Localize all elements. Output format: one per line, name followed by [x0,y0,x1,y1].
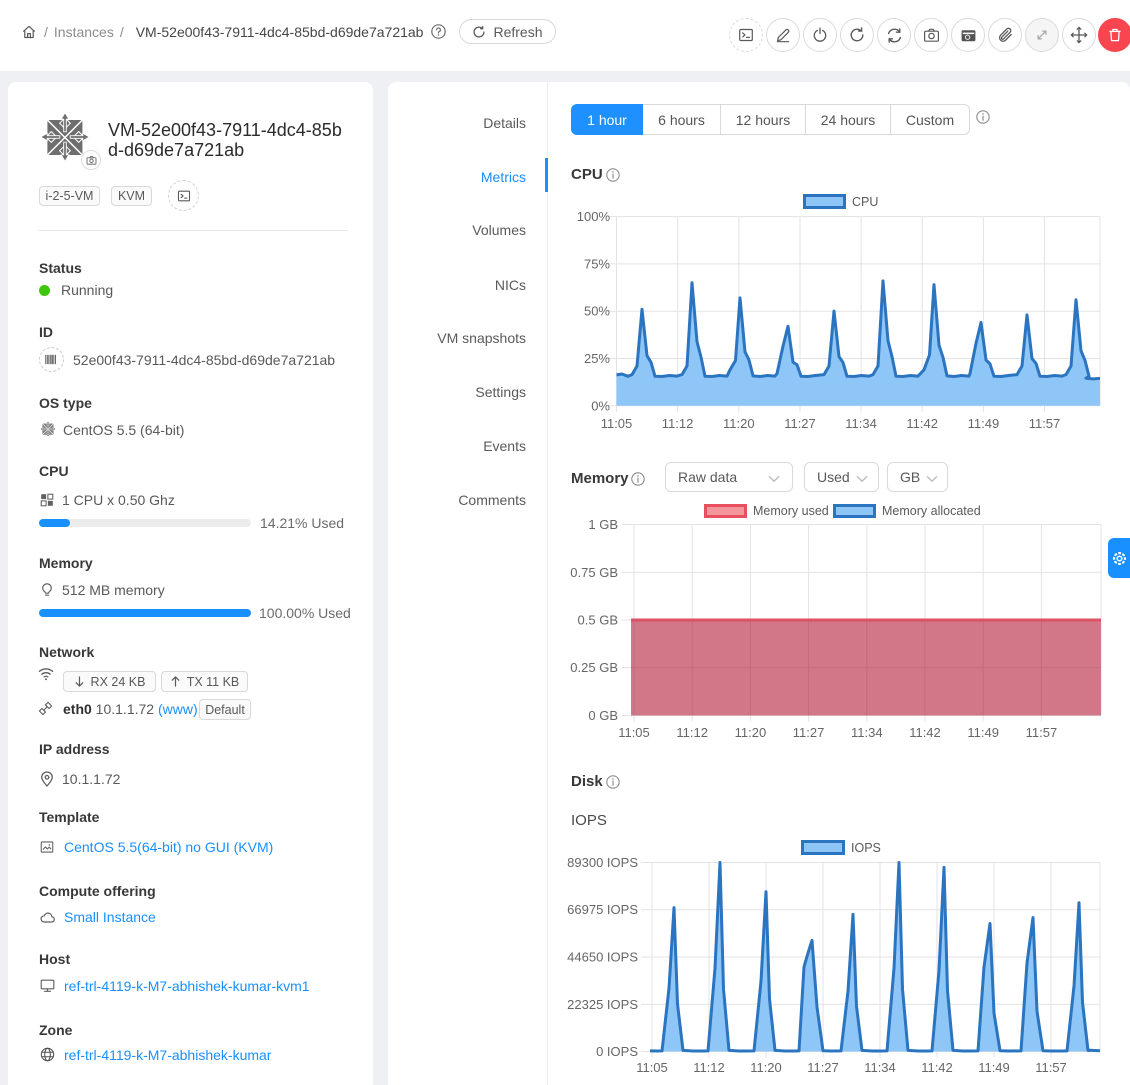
svg-text:11:05: 11:05 [601,416,633,431]
svg-text:11:27: 11:27 [807,1060,839,1075]
svg-text:11:20: 11:20 [750,1060,782,1075]
svg-text:11:34: 11:34 [864,1060,896,1075]
svg-text:25%: 25% [584,351,610,366]
svg-text:11:42: 11:42 [921,1060,953,1075]
svg-text:66975 IOPS: 66975 IOPS [567,902,638,917]
svg-text:89300 IOPS: 89300 IOPS [567,855,638,870]
svg-text:11:42: 11:42 [909,725,941,740]
svg-text:50%: 50% [584,304,610,319]
svg-text:11:12: 11:12 [676,725,708,740]
svg-text:11:34: 11:34 [851,725,883,740]
svg-text:11:49: 11:49 [968,416,1000,431]
svg-text:11:49: 11:49 [967,725,999,740]
svg-text:11:12: 11:12 [693,1060,725,1075]
svg-text:11:57: 11:57 [1026,725,1058,740]
svg-text:11:20: 11:20 [735,725,767,740]
svg-text:0 IOPS: 0 IOPS [596,1044,638,1059]
svg-text:11:57: 11:57 [1029,416,1061,431]
svg-text:0.25 GB: 0.25 GB [570,660,618,675]
svg-text:11:27: 11:27 [784,416,816,431]
svg-text:11:42: 11:42 [906,416,938,431]
svg-text:0.75 GB: 0.75 GB [570,565,618,580]
svg-text:22325 IOPS: 22325 IOPS [567,997,638,1012]
svg-text:0.5 GB: 0.5 GB [578,613,618,628]
svg-text:11:05: 11:05 [636,1060,668,1075]
svg-text:11:12: 11:12 [662,416,694,431]
svg-text:100%: 100% [577,209,611,224]
svg-text:11:34: 11:34 [845,416,877,431]
svg-text:11:20: 11:20 [723,416,755,431]
svg-text:75%: 75% [584,256,610,271]
svg-text:0 GB: 0 GB [588,708,618,723]
svg-text:11:05: 11:05 [618,725,650,740]
svg-text:0%: 0% [591,398,610,413]
svg-text:1 GB: 1 GB [588,517,618,532]
svg-text:11:49: 11:49 [978,1060,1010,1075]
svg-text:44650 IOPS: 44650 IOPS [567,950,638,965]
svg-text:11:57: 11:57 [1035,1060,1067,1075]
svg-text:11:27: 11:27 [793,725,825,740]
